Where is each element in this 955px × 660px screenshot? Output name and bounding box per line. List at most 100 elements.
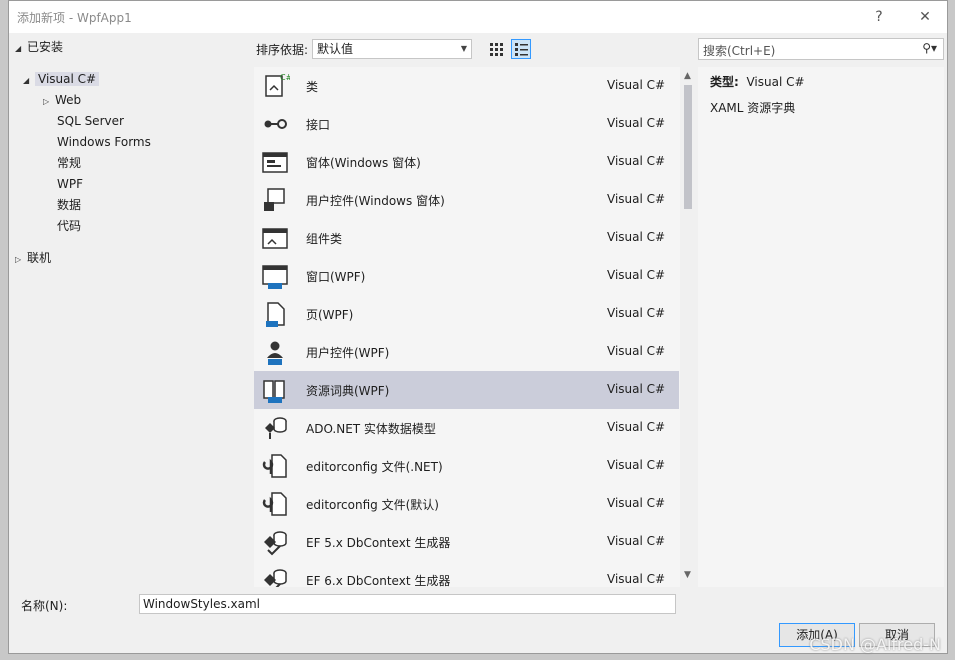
list-item[interactable]: EF 6.x DbContext 生成器 Visual C# [254, 561, 679, 587]
item-name: 页(WPF) [306, 308, 354, 322]
tree-item-online[interactable]: ▷ 联机 [15, 248, 51, 268]
item-name: 窗体(Windows 窗体) [306, 156, 421, 170]
item-language: Visual C# [607, 458, 666, 472]
list-item[interactable]: EF 5.x DbContext 生成器 Visual C# [254, 523, 679, 561]
list-toolbar: 排序依据: 默认值 ▼ [256, 37, 696, 61]
collapse-arrow-icon[interactable]: ◢ [15, 39, 27, 59]
item-language: Visual C# [607, 496, 666, 510]
list-item[interactable]: 窗体(Windows 窗体) Visual C# [254, 143, 679, 181]
item-language: Visual C# [607, 344, 666, 358]
search-input[interactable]: 搜索(Ctrl+E) [703, 42, 775, 59]
ado-net-icon [260, 414, 290, 442]
wpf-user-control-icon [260, 338, 290, 366]
scroll-down-icon[interactable]: ▼ [684, 570, 691, 580]
tree-item-web[interactable]: ▷ Web [43, 90, 81, 110]
item-name: editorconfig 文件(.NET) [306, 460, 443, 474]
item-name: 组件类 [306, 232, 343, 246]
scroll-thumb[interactable] [684, 85, 692, 209]
detail-type: 类型: Visual C# [710, 75, 805, 89]
list-item[interactable]: editorconfig 文件(默认) Visual C# [254, 485, 679, 523]
detail-description: XAML 资源字典 [710, 101, 796, 115]
item-language: Visual C# [607, 306, 666, 320]
list-item[interactable]: 组件类 Visual C# [254, 219, 679, 257]
template-list: C# 类 Visual C# 接口 Visual C# 窗体(Windows 窗体) Vis… [254, 67, 697, 587]
template-tree: ◢ 已安装 ◢ Visual C# ▷ Web SQL Server Windows … [9, 33, 254, 587]
item-name: 窗口(WPF) [306, 270, 366, 284]
svg-text:C#: C# [280, 73, 290, 82]
list-item[interactable]: 用户控件(WPF) Visual C# [254, 333, 679, 371]
list-item[interactable]: 资源词典(WPF) Visual C# [254, 371, 679, 409]
class-icon: C# [260, 72, 293, 100]
tree-item-sql-server[interactable]: SQL Server [57, 111, 124, 131]
user-control-icon [260, 186, 290, 214]
details-panel: 类型: Visual C# XAML 资源字典 [698, 67, 944, 587]
grid-view-button[interactable] [486, 39, 506, 59]
item-language: Visual C# [607, 230, 666, 244]
editorconfig-icon [260, 452, 290, 480]
editorconfig-icon [260, 490, 290, 518]
name-label: 名称(N): [21, 599, 68, 613]
item-language: Visual C# [607, 78, 666, 92]
list-item[interactable]: 用户控件(Windows 窗体) Visual C# [254, 181, 679, 219]
search-box[interactable]: 搜索(Ctrl+E) ⚲▾ [698, 38, 944, 60]
scroll-up-icon[interactable]: ▲ [684, 71, 691, 81]
expand-arrow-icon[interactable]: ▷ [43, 92, 55, 112]
wpf-window-icon [260, 262, 290, 290]
item-language: Visual C# [607, 534, 666, 548]
sort-dropdown[interactable]: 默认值 ▼ [312, 39, 472, 59]
list-item[interactable]: editorconfig 文件(.NET) Visual C# [254, 447, 679, 485]
item-language: Visual C# [607, 268, 666, 282]
tree-item-data[interactable]: 数据 [57, 195, 81, 215]
list-item[interactable]: ADO.NET 实体数据模型 Visual C# [254, 409, 679, 447]
list-item[interactable]: 页(WPF) Visual C# [254, 295, 679, 333]
list-view-icon [515, 43, 528, 56]
tree-item-code[interactable]: 代码 [57, 216, 81, 236]
item-name: editorconfig 文件(默认) [306, 498, 439, 512]
search-icon[interactable]: ⚲▾ [922, 41, 937, 55]
item-name: EF 6.x DbContext 生成器 [306, 574, 451, 587]
resource-dictionary-icon [260, 376, 290, 404]
help-button[interactable]: ? [867, 7, 891, 27]
tree-item-wpf[interactable]: WPF [57, 174, 83, 194]
list-view-button[interactable] [511, 39, 531, 59]
form-icon [260, 148, 290, 176]
tree-item-visual-csharp[interactable]: ◢ Visual C# [23, 69, 100, 91]
wpf-page-icon [260, 300, 290, 328]
name-input[interactable] [139, 594, 676, 614]
bottom-bar: 名称(N): 添加(A) 取消 [9, 589, 947, 653]
sort-label: 排序依据: [256, 43, 309, 57]
item-name: 用户控件(WPF) [306, 346, 390, 360]
item-name: ADO.NET 实体数据模型 [306, 422, 436, 436]
item-language: Visual C# [607, 382, 666, 396]
list-item[interactable]: 窗口(WPF) Visual C# [254, 257, 679, 295]
item-name: 资源词典(WPF) [306, 384, 390, 398]
item-name: 接口 [306, 118, 331, 132]
interface-icon [260, 110, 290, 138]
add-new-item-dialog: 添加新项 - WpfApp1 ? ✕ ◢ 已安装 ◢ Visual C# ▷ Web … [8, 0, 948, 654]
list-item[interactable]: 接口 Visual C# [254, 105, 679, 143]
item-language: Visual C# [607, 572, 666, 586]
list-scrollbar[interactable]: ▲ ▼ [680, 67, 697, 587]
item-name: EF 5.x DbContext 生成器 [306, 536, 451, 550]
tree-item-windows-forms[interactable]: Windows Forms [57, 132, 151, 152]
collapse-arrow-icon[interactable]: ◢ [23, 71, 35, 91]
item-name: 类 [306, 80, 319, 94]
ef-generator-icon [260, 566, 290, 587]
dropdown-arrow-icon: ▼ [460, 44, 467, 53]
window-title: 添加新项 - WpfApp1 [17, 11, 132, 25]
tree-item-general[interactable]: 常规 [57, 153, 81, 173]
item-language: Visual C# [607, 154, 666, 168]
component-class-icon [260, 224, 290, 252]
item-language: Visual C# [607, 116, 666, 130]
item-language: Visual C# [607, 420, 666, 434]
title-bar: 添加新项 - WpfApp1 ? ✕ [9, 1, 947, 33]
item-language: Visual C# [607, 192, 666, 206]
grid-view-icon [490, 43, 503, 56]
list-item[interactable]: C# 类 Visual C# [254, 67, 679, 105]
ef-generator-icon [260, 528, 290, 556]
item-name: 用户控件(Windows 窗体) [306, 194, 445, 208]
tree-item-installed[interactable]: ◢ 已安装 [15, 37, 63, 57]
close-button[interactable]: ✕ [913, 7, 937, 27]
expand-arrow-icon[interactable]: ▷ [15, 250, 27, 270]
watermark: CSDN @Alfred-N [809, 635, 941, 654]
